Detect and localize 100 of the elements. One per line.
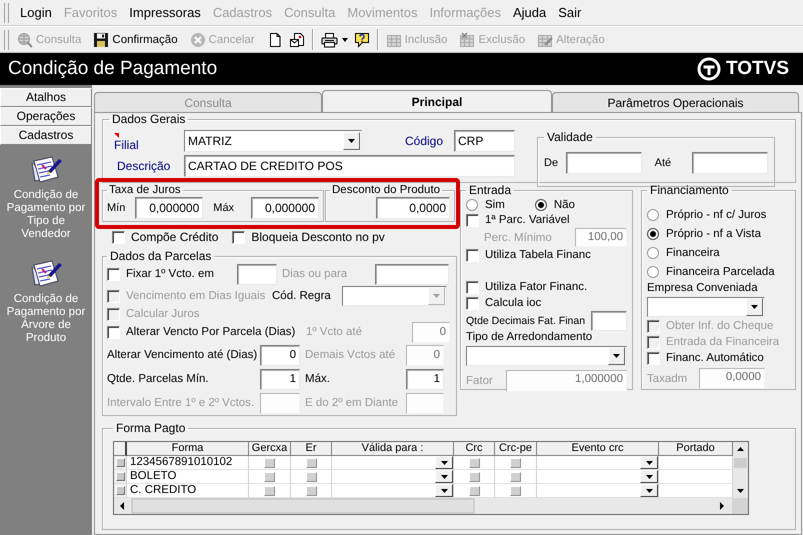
input-field[interactable] bbox=[692, 152, 768, 174]
group-title: Forma Pagto bbox=[115, 422, 186, 435]
checkbox[interactable]: Alterar Vencto Por Parcela (Dias) bbox=[107, 326, 306, 338]
caret-icon bbox=[433, 294, 440, 298]
column-header[interactable]: Evento crc bbox=[537, 442, 659, 456]
checkbox[interactable] bbox=[510, 458, 521, 468]
checkbox[interactable] bbox=[468, 458, 480, 468]
input-field[interactable]: 1 bbox=[260, 368, 300, 390]
field-label: Mín bbox=[107, 202, 126, 214]
radio-button[interactable]: Próprio - nf a Vista bbox=[647, 224, 790, 243]
field-label: Intervalo Entre 1º e 2º Vctos. bbox=[107, 397, 256, 409]
checkbox[interactable]: Calcula ioc bbox=[466, 295, 627, 311]
field-label: Qtde Decimais Fat. Finan bbox=[466, 315, 586, 327]
checkbox[interactable]: Compõe Crédito bbox=[112, 230, 218, 244]
caret-icon bbox=[646, 474, 652, 478]
dropdown[interactable] bbox=[647, 297, 765, 317]
input-field[interactable]: 0,000000 bbox=[251, 197, 319, 219]
dropdown[interactable] bbox=[466, 346, 627, 366]
radio-button[interactable]: Financeira bbox=[647, 243, 790, 262]
group-title: Desconto do Produto bbox=[331, 184, 442, 197]
field-label: Descrição bbox=[116, 159, 172, 173]
column-header[interactable]: Crc bbox=[454, 442, 495, 456]
checkbox[interactable] bbox=[264, 458, 275, 468]
menu-item[interactable]: Ajuda bbox=[507, 5, 552, 20]
cancel-icon bbox=[190, 32, 206, 48]
input-field[interactable]: 0,0000 bbox=[376, 197, 450, 219]
checkbox[interactable] bbox=[510, 486, 521, 496]
required-mark-icon bbox=[114, 133, 119, 138]
group-title: Entrada bbox=[468, 184, 512, 197]
checkbox[interactable]: Utiliza Fator Financ. bbox=[466, 279, 627, 295]
printer-icon[interactable] bbox=[320, 32, 338, 48]
checkbox[interactable]: 1ª Parc. Variável bbox=[466, 212, 627, 228]
sidebar-section[interactable]: Cadastros bbox=[0, 126, 92, 145]
sidebar-item[interactable]: Condição de Pagamento por Tipo de Vendedor bbox=[2, 185, 90, 241]
data-table[interactable]: Forma Gercxa Er Válida para : Crc Crc-pe Evento crc Portado 1234567891010102 BOLETO C. CREDITO bbox=[113, 441, 749, 515]
field-label: Perc. Mínimo bbox=[483, 232, 553, 244]
input-field[interactable]: 1 bbox=[406, 368, 444, 390]
input-field[interactable]: CARTAO DE CREDITO POS bbox=[184, 155, 515, 177]
toolbar-grip[interactable] bbox=[4, 30, 9, 50]
input-field[interactable]: 0,000000 bbox=[135, 197, 204, 219]
checkbox[interactable]: Fixar 1º Vcto. em bbox=[107, 268, 237, 280]
toolbar-grip[interactable] bbox=[4, 2, 9, 22]
help-icon[interactable] bbox=[354, 32, 370, 48]
column-header[interactable]: Crc-pe bbox=[495, 442, 537, 456]
input-field[interactable] bbox=[591, 311, 627, 331]
field-label: Qtde. Parcelas Mín. bbox=[107, 373, 210, 385]
tab[interactable]: Principal bbox=[322, 90, 552, 112]
checkbox[interactable] bbox=[264, 486, 275, 496]
checkbox[interactable]: Financ. Automático bbox=[647, 350, 790, 366]
caret-icon bbox=[646, 488, 652, 492]
column-header[interactable]: Gercxa bbox=[249, 442, 291, 456]
column-header[interactable]: Er bbox=[291, 442, 332, 456]
vertical-scrollbar[interactable] bbox=[733, 442, 748, 498]
field-label: Filial bbox=[114, 138, 140, 152]
input-field[interactable] bbox=[237, 264, 277, 284]
documents-icon[interactable] bbox=[288, 32, 305, 48]
checkbox[interactable] bbox=[306, 458, 316, 468]
group-title: Dados da Parcelas bbox=[109, 250, 212, 263]
window-title: Condição de Pagamento bbox=[8, 58, 218, 80]
menu-item[interactable]: Impressoras bbox=[123, 5, 207, 20]
radio-button[interactable]: Próprio - nf c/ Juros bbox=[647, 205, 790, 224]
dropdown[interactable]: MATRIZ bbox=[184, 130, 362, 152]
tab[interactable]: Parâmetros Operacionais bbox=[552, 92, 799, 112]
checkbox[interactable] bbox=[510, 472, 521, 482]
checkbox[interactable]: Bloqueia Desconto no pv bbox=[232, 230, 385, 244]
column-header[interactable]: Portado bbox=[659, 442, 733, 456]
menu-item[interactable]: Sair bbox=[552, 5, 588, 20]
sidebar-section[interactable]: Operações bbox=[0, 107, 92, 126]
radio-button[interactable]: Não bbox=[534, 197, 575, 212]
input-field[interactable]: 0 bbox=[260, 344, 300, 366]
toolbar-button[interactable]: Confirmação bbox=[90, 28, 181, 50]
field-label: Cód. Regra bbox=[272, 290, 332, 302]
checkbox[interactable] bbox=[264, 472, 275, 482]
sidebar-item[interactable]: Condição de Pagamento por Árvore de Produto bbox=[2, 289, 90, 345]
checkbox[interactable] bbox=[468, 472, 480, 482]
checkbox[interactable] bbox=[306, 472, 316, 482]
logo-text: TOTVS bbox=[726, 58, 789, 80]
radio-button[interactable]: Financeira Parcelada bbox=[647, 262, 790, 281]
logo-icon bbox=[697, 57, 721, 81]
column-header[interactable]: Válida para : bbox=[332, 442, 454, 456]
menu-item[interactable]: Login bbox=[14, 5, 58, 20]
group-title: Taxa de Juros bbox=[108, 184, 182, 197]
field-label: Máx bbox=[212, 202, 236, 214]
sidebar-section[interactable]: Atalhos bbox=[0, 88, 92, 107]
group-title: Validade bbox=[546, 131, 594, 144]
field-label: Empresa Conveniada bbox=[647, 282, 759, 296]
column-header[interactable]: Forma bbox=[127, 442, 249, 456]
input-field[interactable]: CRP bbox=[454, 130, 515, 152]
grid-corner bbox=[114, 442, 127, 456]
input-field[interactable] bbox=[566, 152, 642, 174]
radio-button[interactable]: Sim bbox=[466, 197, 505, 212]
field-label: Código bbox=[405, 134, 444, 148]
horizontal-scrollbar[interactable] bbox=[114, 498, 748, 514]
field-label: De bbox=[544, 157, 560, 169]
caret-icon[interactable] bbox=[342, 38, 348, 42]
checkbox[interactable] bbox=[306, 486, 316, 496]
input-field[interactable] bbox=[375, 264, 449, 284]
caret-icon bbox=[613, 354, 620, 358]
checkbox[interactable]: Utiliza Tabela Financ bbox=[466, 247, 627, 263]
checkbox[interactable] bbox=[468, 486, 480, 496]
